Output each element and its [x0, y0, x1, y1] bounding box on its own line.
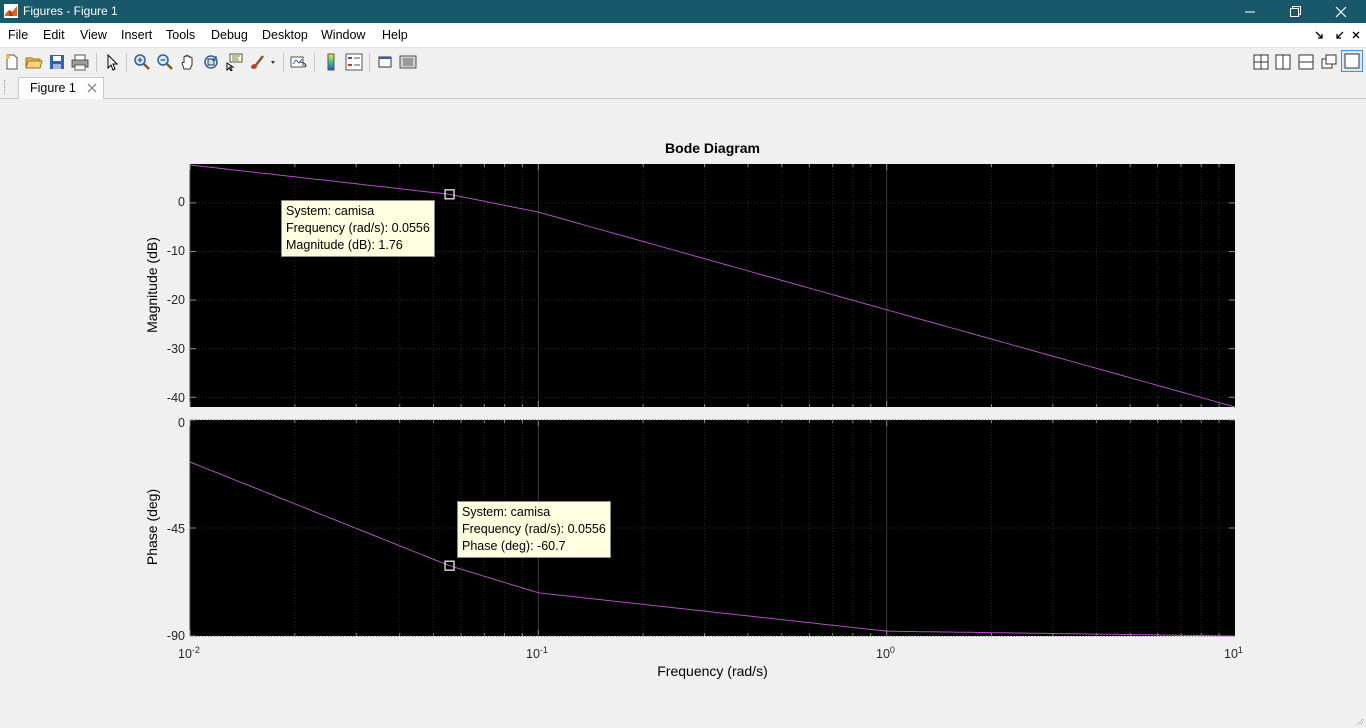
datatip-line: Phase (deg): -60.7 — [462, 539, 566, 553]
bode-plot[interactable] — [0, 0, 1366, 728]
datatip-line: Frequency (rad/s): 0.0556 — [286, 221, 430, 235]
phase-datatip[interactable]: System: camisa Frequency (rad/s): 0.0556… — [457, 501, 611, 558]
resize-grip-icon[interactable] — [1354, 716, 1364, 726]
datatip-line: System: camisa — [286, 204, 375, 218]
datatip-line: Frequency (rad/s): 0.0556 — [462, 522, 606, 536]
magnitude-datatip[interactable]: System: camisa Frequency (rad/s): 0.0556… — [281, 200, 435, 257]
datatip-line: Magnitude (dB): 1.76 — [286, 238, 403, 252]
datatip-line: System: camisa — [462, 505, 551, 519]
